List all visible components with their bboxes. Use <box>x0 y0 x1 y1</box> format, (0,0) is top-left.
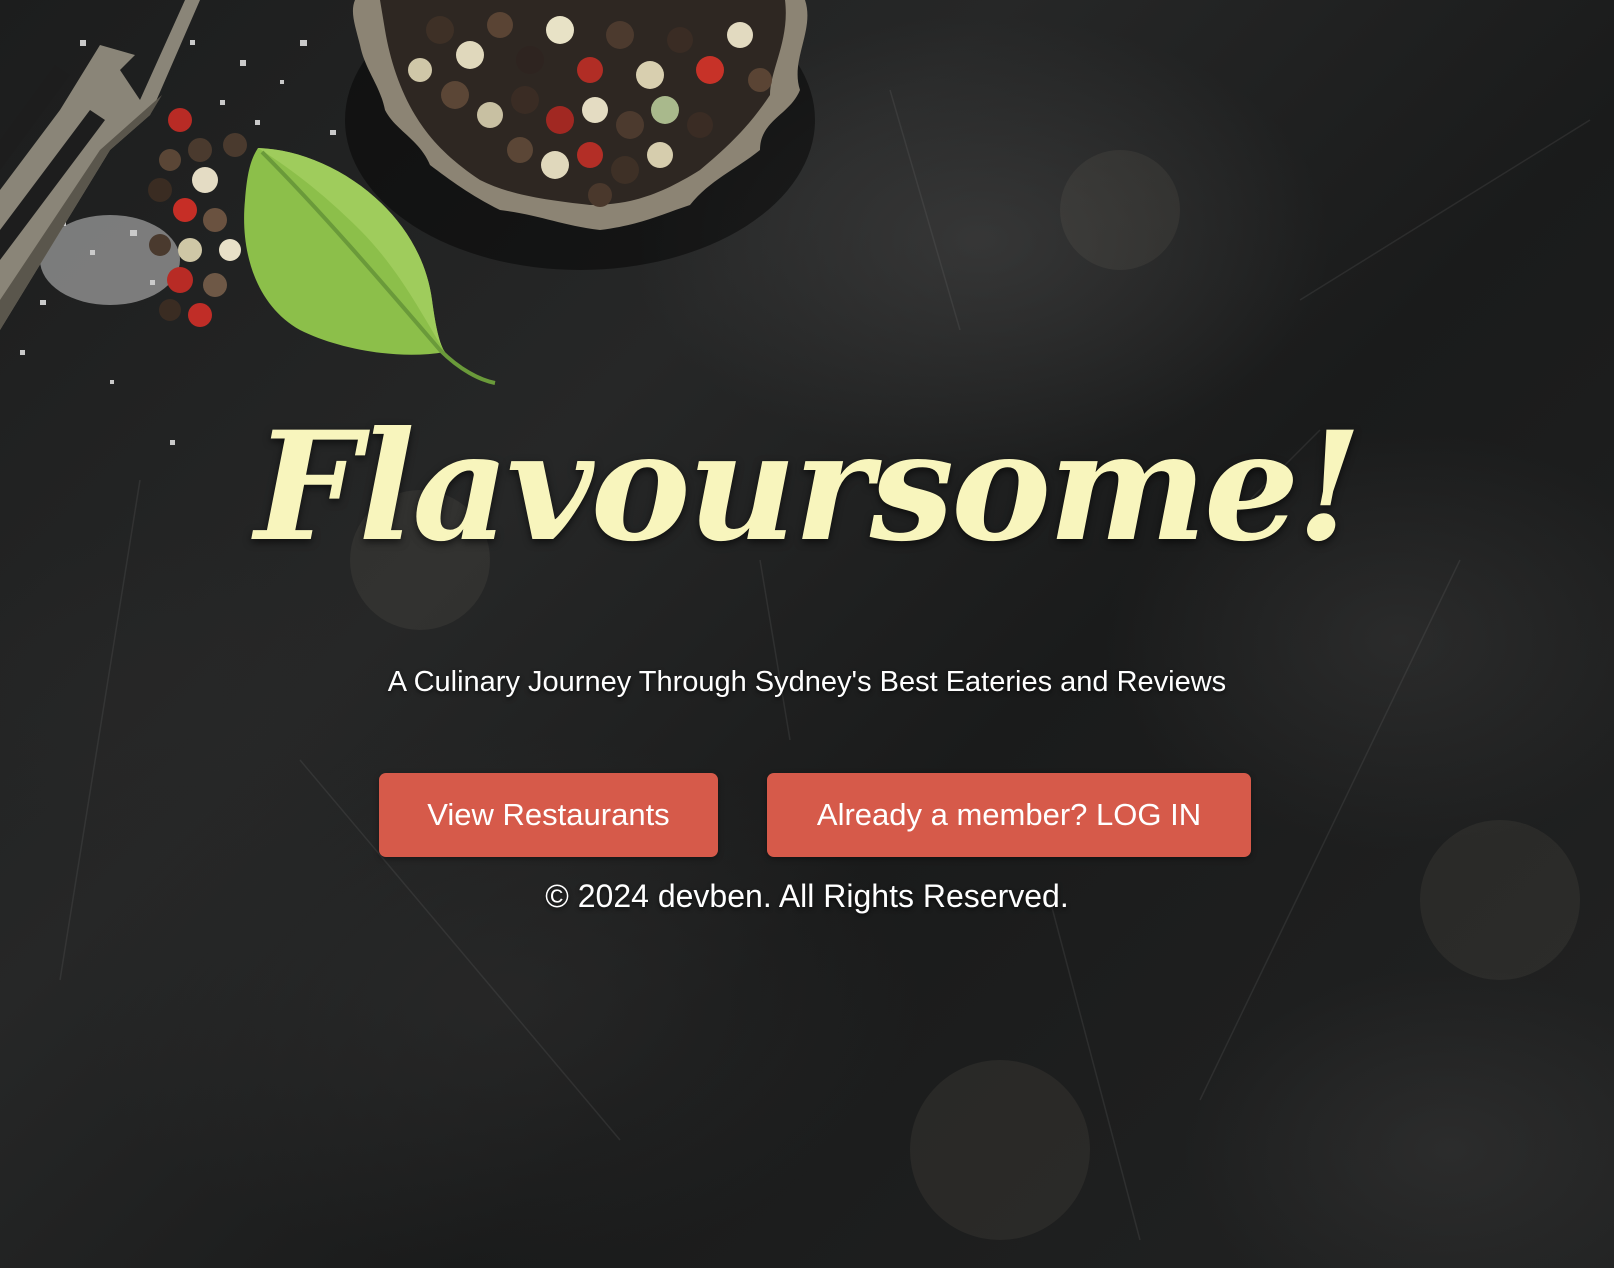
hero-section: Flavoursome! A Culinary Journey Through … <box>0 0 1614 1268</box>
landing-page: Flavoursome! A Culinary Journey Through … <box>0 0 1614 1268</box>
site-title: Flavoursome! <box>254 399 1362 575</box>
login-button[interactable]: Already a member? LOG IN <box>767 773 1251 857</box>
view-restaurants-button[interactable]: View Restaurants <box>379 773 718 857</box>
site-tagline: A Culinary Journey Through Sydney's Best… <box>387 666 1227 698</box>
copyright-text: © 2024 devben. All Rights Reserved. <box>545 878 1069 914</box>
